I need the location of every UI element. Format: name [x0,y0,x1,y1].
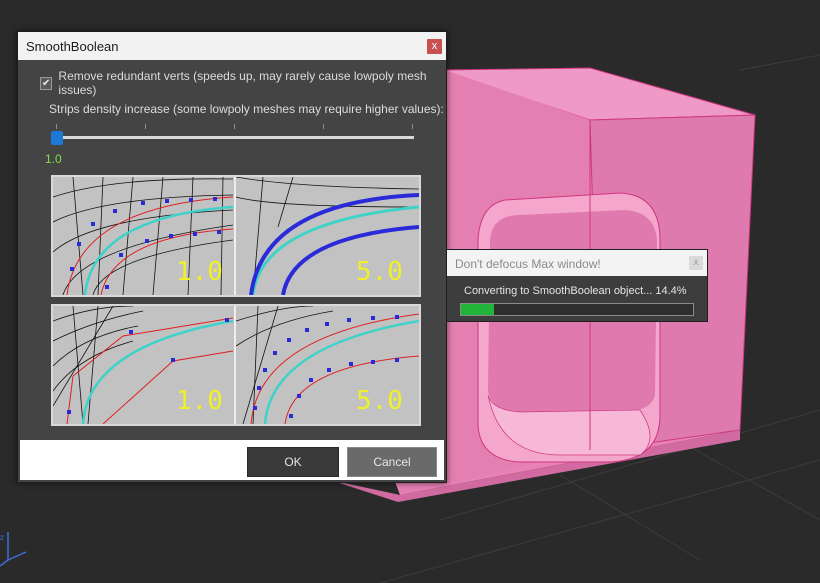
strips-density-slider[interactable] [49,124,414,148]
progress-window: Don't defocus Max window! x Converting t… [446,249,708,322]
progress-bar-fill [461,304,495,315]
slider-thumb[interactable] [51,131,63,145]
cancel-button[interactable]: Cancel [347,447,437,477]
slider-tick [234,124,235,129]
preview-image-curved: 1.0 5.0 [51,175,421,297]
dialog-title: SmoothBoolean [26,39,119,54]
progress-window-title: Don't defocus Max window! [455,257,601,271]
dialog-titlebar[interactable]: SmoothBoolean x [18,32,446,60]
slider-tick [323,124,324,129]
preview-image-sharp: 1.0 5.0 [51,304,421,426]
slider-tick [412,124,413,129]
strips-density-label: Strips density increase (some lowpoly me… [49,102,444,116]
preview-label-right: 5.0 [356,386,403,416]
smoothboolean-dialog: SmoothBoolean x ✔ Remove redundant verts… [17,31,447,483]
svg-text:z: z [0,533,4,542]
slider-tick [56,124,57,129]
slider-value: 1.0 [45,152,62,166]
close-button[interactable]: x [427,39,442,54]
remove-redundant-label[interactable]: Remove redundant verts (speeds up, may r… [58,69,446,97]
remove-redundant-checkbox[interactable]: ✔ [40,76,53,90]
progress-bar [460,303,694,316]
progress-close-button[interactable]: x [689,256,703,270]
preview-label-right: 5.0 [356,257,403,287]
slider-track[interactable] [55,136,414,139]
progress-status-text: Converting to SmoothBoolean object... 14… [464,285,687,297]
slider-tick [145,124,146,129]
ok-button[interactable]: OK [247,447,339,477]
dialog-footer: OK Cancel [20,440,444,480]
preview-label-left: 1.0 [176,257,223,287]
preview-label-left: 1.0 [176,386,223,416]
progress-window-titlebar[interactable]: Don't defocus Max window! x [447,250,707,276]
remove-redundant-row[interactable]: ✔ Remove redundant verts (speeds up, may… [40,69,446,97]
